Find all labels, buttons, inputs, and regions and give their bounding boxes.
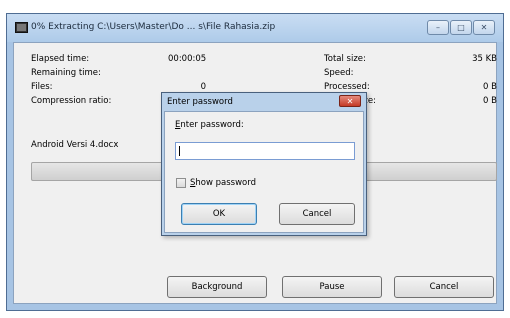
close-button[interactable]: ✕ — [473, 20, 495, 35]
maximize-button[interactable]: □ — [450, 20, 472, 35]
total-size-value: 35 KB — [472, 54, 497, 64]
window-controls: – □ ✕ — [427, 20, 495, 35]
processed-value: 0 B — [483, 82, 497, 92]
password-prompt-label: Enter password: — [175, 120, 244, 130]
elapsed-time-value: 00:00:05 — [168, 54, 207, 64]
dialog-title: Enter password — [167, 97, 233, 107]
text-caret — [179, 146, 180, 156]
minimize-icon: – — [436, 23, 440, 32]
total-size-label: Total size: — [324, 54, 366, 64]
files-label: Files: — [31, 82, 53, 92]
show-password-label[interactable]: Show password — [190, 178, 256, 188]
window-title: 0% Extracting C:\Users\Master\Do ... s\F… — [31, 22, 276, 32]
title-bar[interactable]: 0% Extracting C:\Users\Master\Do ... s\F… — [7, 14, 503, 42]
dialog-body: Enter password: Show password OK Cancel — [164, 111, 364, 233]
dialog-cancel-button[interactable]: Cancel — [279, 203, 355, 225]
ok-button[interactable]: OK — [181, 203, 257, 225]
show-password-checkbox[interactable] — [176, 178, 186, 188]
elapsed-time-label: Elapsed time: — [31, 54, 90, 64]
dialog-close-button[interactable]: ✕ — [339, 95, 361, 107]
files-value: 0 — [200, 82, 206, 92]
close-icon: ✕ — [480, 23, 488, 32]
compression-ratio-label: Compression ratio: — [31, 96, 112, 106]
archive-app-icon — [15, 22, 28, 33]
speed-label: Speed: — [324, 68, 354, 78]
packed-size-value: 0 B — [483, 96, 497, 106]
remaining-time-label: Remaining time: — [31, 68, 101, 78]
processed-label: Processed: — [324, 82, 370, 92]
password-dialog: Enter password ✕ Enter password: Show pa… — [161, 92, 367, 236]
pause-button[interactable]: Pause — [282, 276, 382, 298]
current-file-name: Android Versi 4.docx — [31, 140, 119, 150]
cancel-button[interactable]: Cancel — [394, 276, 494, 298]
minimize-button[interactable]: – — [427, 20, 449, 35]
close-icon: ✕ — [346, 96, 354, 106]
maximize-icon: □ — [457, 23, 465, 32]
password-input[interactable] — [175, 142, 355, 160]
background-button[interactable]: Background — [167, 276, 267, 298]
